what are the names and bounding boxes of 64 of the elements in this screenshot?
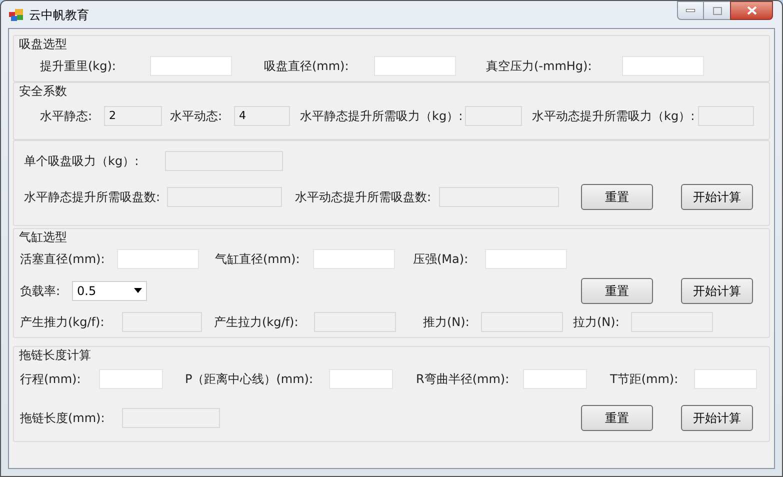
field-label: 真空压力(-mmHg): [486,58,593,75]
field-label: 水平静态提升所需吸盘数: [24,189,162,206]
field-label: 气缸直径(mm): [215,251,301,268]
field-label: 行程(mm): [20,371,82,388]
action-button[interactable]: 开始计算 [681,278,753,304]
dropdown-arrow-icon [134,288,142,293]
input-field[interactable] [622,56,704,76]
field-label: 推力(N): [423,314,470,331]
action-button[interactable]: 重置 [581,278,653,304]
app-icon [9,8,23,20]
input-field[interactable] [150,56,232,76]
maximize-icon [712,6,722,14]
readonly-field[interactable] [698,106,754,126]
field-label: 水平静态: [40,108,94,125]
minimize-button[interactable] [677,1,704,20]
readonly-field[interactable] [122,408,220,428]
readonly-field[interactable] [631,312,713,332]
action-button[interactable]: 重置 [581,184,653,210]
group-title: 气缸选型 [19,230,67,244]
group-title: 安全系数 [19,84,67,98]
minimize-icon [686,9,695,12]
input-field[interactable] [694,369,757,389]
readonly-field[interactable] [165,151,283,171]
group-title: 吸盘选型 [19,37,67,51]
close-icon [746,6,756,15]
action-button[interactable]: 开始计算 [681,405,753,431]
field-label: 水平动态提升所需吸盘数: [295,189,432,206]
field-label: 水平动态: [170,108,224,125]
input-field[interactable] [523,369,587,389]
field-label: 水平动态提升所需吸力（kg）: [532,108,696,125]
action-button[interactable]: 开始计算 [681,184,753,210]
field-label: 活塞直径(mm): [20,251,106,268]
field-label: 吸盘直径(mm): [264,58,350,75]
input-field[interactable] [329,369,393,389]
input-field[interactable] [374,56,456,76]
group-title: 拖链长度计算 [19,348,91,362]
field-label: 拖链长度(mm): [20,410,106,427]
readonly-field[interactable]: 4 [234,106,290,126]
readonly-field[interactable] [314,312,396,332]
readonly-field[interactable] [481,312,563,332]
input-field[interactable] [313,249,395,270]
field-label: 提升重里(kg): [40,58,117,75]
readonly-field[interactable] [167,187,282,207]
field-label: R弯曲半径(mm): [416,371,510,388]
readonly-field[interactable] [465,106,522,126]
field-label: 负载率: [20,282,62,300]
action-button[interactable]: 重置 [581,405,653,431]
field-label: 产生拉力(kg/f): [214,314,300,331]
field-label: 拉力(N): [573,314,620,331]
readonly-field[interactable] [122,312,202,332]
field-label: 产生推力(kg/f): [20,314,106,331]
window-title: 云中帆教育 [29,6,89,24]
field-label: 压强(Ma): [413,251,470,268]
dropdown[interactable]: 0.5 [72,280,147,300]
field-label: T节距(mm): [610,371,680,388]
input-field[interactable] [117,249,199,270]
close-button[interactable] [730,1,773,20]
readonly-field[interactable] [439,187,559,207]
input-field[interactable] [99,369,163,389]
field-label: P（距离中心线）(mm): [185,371,314,388]
field-label: 水平静态提升所需吸力（kg）: [300,108,464,125]
field-label: 单个吸盘吸力（kg）: [24,153,140,170]
input-field[interactable] [485,249,567,270]
readonly-field[interactable]: 2 [104,106,162,126]
